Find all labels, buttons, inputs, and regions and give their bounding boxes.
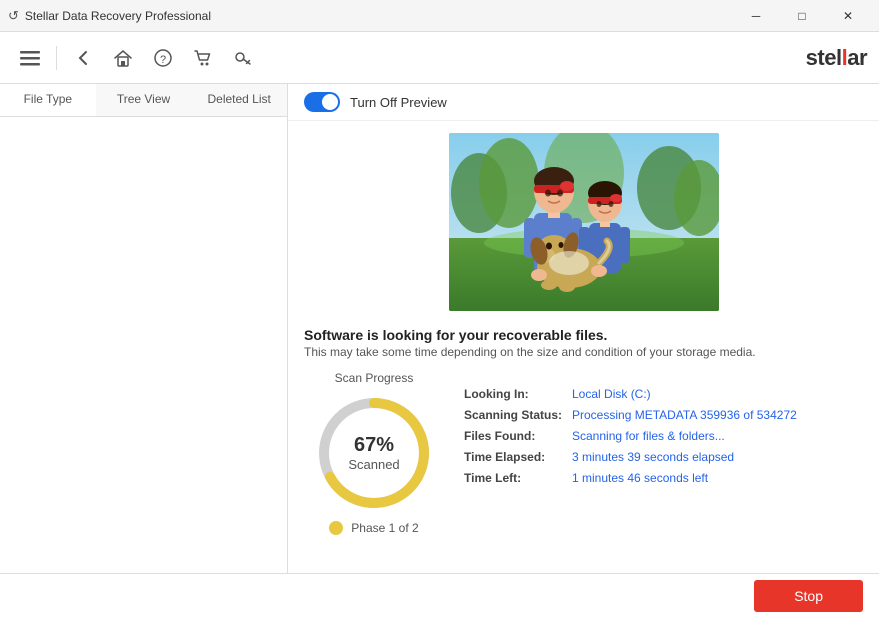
- scan-status-text: Software is looking for your recoverable…: [288, 319, 879, 363]
- preview-label: Turn Off Preview: [350, 95, 447, 110]
- preview-image: [449, 133, 719, 311]
- sidebar-content: [0, 117, 287, 573]
- phase-indicator: Phase 1 of 2: [329, 521, 418, 535]
- time-elapsed-label: Time Elapsed:: [464, 450, 564, 464]
- cart-button[interactable]: [185, 40, 221, 76]
- looking-in-value: Local Disk (C:): [572, 387, 651, 401]
- svg-text:?: ?: [160, 54, 166, 66]
- files-found-label: Files Found:: [464, 429, 564, 443]
- bottom-bar: Stop: [0, 573, 879, 617]
- title-bar-left: ↺ Stellar Data Recovery Professional: [8, 8, 211, 24]
- help-icon: ?: [153, 48, 173, 68]
- progress-label: Scanned: [348, 457, 399, 472]
- scan-status-main: Software is looking for your recoverable…: [304, 327, 863, 343]
- title-bar: ↺ Stellar Data Recovery Professional ─ □…: [0, 0, 879, 32]
- tab-file-type[interactable]: File Type: [0, 84, 96, 116]
- scanning-status-row: Scanning Status: Processing METADATA 359…: [464, 408, 863, 422]
- phase-dot: [329, 521, 343, 535]
- files-found-row: Files Found: Scanning for files & folder…: [464, 429, 863, 443]
- progress-percent: 67%: [348, 434, 399, 457]
- menu-button[interactable]: [12, 40, 48, 76]
- cart-icon: [193, 48, 213, 68]
- time-elapsed-row: Time Elapsed: 3 minutes 39 seconds elaps…: [464, 450, 863, 464]
- home-button[interactable]: [105, 40, 141, 76]
- files-found-value: Scanning for files & folders...: [572, 429, 725, 443]
- title-bar-controls: ─ □ ✕: [733, 0, 871, 32]
- key-button[interactable]: [225, 40, 261, 76]
- photo-preview: [449, 133, 719, 311]
- sidebar-tabs: File Type Tree View Deleted List: [0, 84, 287, 117]
- time-left-label: Time Left:: [464, 471, 564, 485]
- looking-in-label: Looking In:: [464, 387, 564, 401]
- looking-in-row: Looking In: Local Disk (C:): [464, 387, 863, 401]
- main-container: File Type Tree View Deleted List ◀ ▶ Tur…: [0, 84, 879, 573]
- content-area: Turn Off Preview: [288, 84, 879, 573]
- progress-title: Scan Progress: [335, 371, 414, 385]
- toolbar-divider: [56, 46, 57, 70]
- key-icon: [233, 48, 253, 68]
- photo-container: [288, 121, 879, 319]
- menu-icon: [20, 48, 40, 68]
- progress-left: Scan Progress 67% Scanned: [304, 371, 444, 535]
- preview-bar: Turn Off Preview: [288, 84, 879, 121]
- circular-progress: 67% Scanned: [314, 393, 434, 513]
- time-elapsed-value: 3 minutes 39 seconds elapsed: [572, 450, 734, 464]
- close-button[interactable]: ✕: [825, 0, 871, 32]
- sidebar: File Type Tree View Deleted List ◀ ▶: [0, 84, 288, 573]
- home-icon: [113, 48, 133, 68]
- progress-right: Looking In: Local Disk (C:) Scanning Sta…: [464, 371, 863, 535]
- tab-tree-view[interactable]: Tree View: [96, 84, 192, 116]
- scan-status-sub: This may take some time depending on the…: [304, 345, 863, 359]
- logo: stellar: [806, 45, 867, 71]
- minimize-button[interactable]: ─: [733, 0, 779, 32]
- back-icon: [74, 49, 92, 67]
- title-bar-icon: ↺: [8, 8, 19, 24]
- help-button[interactable]: ?: [145, 40, 181, 76]
- toolbar: ? stellar: [0, 32, 879, 84]
- time-left-row: Time Left: 1 minutes 46 seconds left: [464, 471, 863, 485]
- scan-progress-section: Scan Progress 67% Scanned: [288, 363, 879, 543]
- time-left-value: 1 minutes 46 seconds left: [572, 471, 708, 485]
- back-button[interactable]: [65, 40, 101, 76]
- stop-button[interactable]: Stop: [754, 580, 863, 612]
- tab-deleted-list[interactable]: Deleted List: [191, 84, 287, 116]
- maximize-button[interactable]: □: [779, 0, 825, 32]
- scanning-status-label: Scanning Status:: [464, 408, 564, 422]
- logo-text: stellar: [806, 45, 867, 70]
- circular-progress-text: 67% Scanned: [348, 434, 399, 472]
- scanning-status-value: Processing METADATA 359936 of 534272: [572, 408, 797, 422]
- logo-accent: l: [842, 45, 848, 70]
- title-bar-title: Stellar Data Recovery Professional: [25, 9, 211, 23]
- preview-toggle[interactable]: [304, 92, 340, 112]
- phase-text: Phase 1 of 2: [351, 521, 418, 535]
